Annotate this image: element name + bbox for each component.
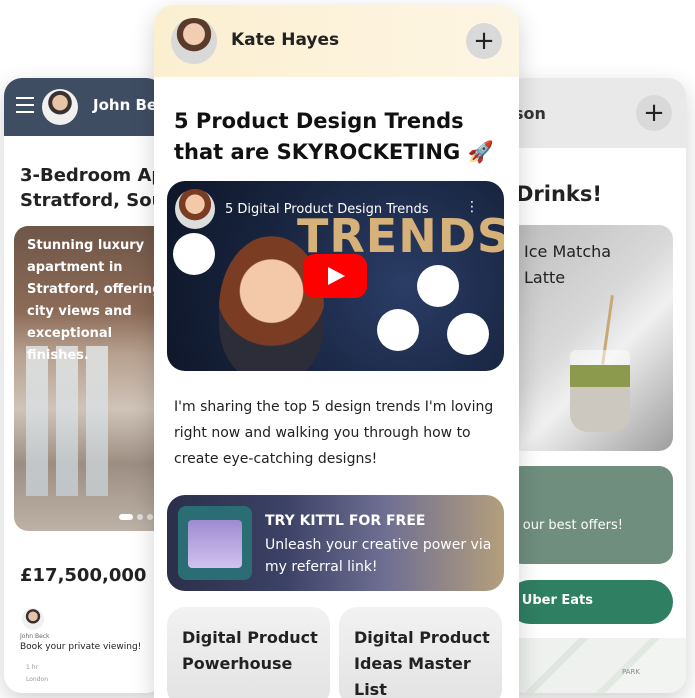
carousel-dots[interactable] [119,514,153,520]
product-tile-ideas-list[interactable]: Digital Product Ideas Master List [339,607,502,698]
drink-photo-card[interactable]: Ice Matcha Latte [508,225,673,451]
avatar [42,89,78,125]
agent-avatar [22,608,44,630]
more-options-icon[interactable]: ⋮ [465,199,479,215]
listing-photo[interactable]: Stunning luxury apartment in Stratford, … [14,226,164,531]
meta-time: 1 hr [26,664,38,671]
tile-label: Digital Product Ideas Master List [354,628,490,698]
pen-sticker-icon [173,233,215,275]
offers-button[interactable]: w our best offers! [508,466,673,564]
promo-subtext: Unleash your creative power via my refer… [265,537,492,575]
promo-heading: TRY KITTL FOR FREE [265,513,426,529]
left-header: John Beck [4,78,164,136]
map-preview[interactable]: PARK [508,638,686,693]
avatar [171,18,217,64]
play-icon[interactable] [303,254,367,298]
drink-label: Ice Matcha Latte [524,242,612,287]
creator-link-page: Kate Hayes + 5 Product Design Trends tha… [154,5,519,698]
drinks-link-page: son + Drinks! Ice Matcha Latte w our bes… [508,78,686,693]
post-title: 5 Product Design Trends that are SKYROCK… [174,109,494,164]
offers-label: w our best offers! [508,518,623,533]
section-title: Drinks! [516,182,602,206]
add-icon[interactable]: + [466,23,502,59]
map-label: PARK [622,668,641,676]
uber-eats-label: n Uber Eats [508,593,594,608]
character-sticker-icon [377,309,419,351]
listing-price: £17,500,000 [20,565,147,586]
right-header: son + [508,78,686,148]
center-header: Kate Hayes + [154,5,519,77]
book-viewing-link[interactable]: Book your private viewing! [20,642,141,652]
tile-label: Digital Product Powerhouse [182,628,318,673]
product-tile-powerhouse[interactable]: Digital Product Powerhouse [167,607,330,698]
add-icon[interactable]: + [636,95,672,131]
agent-name: John Beck [20,633,50,640]
listing-description: Stunning luxury apartment in Stratford, … [27,238,162,363]
youtube-video-embed[interactable]: TRENDS 5 Digital Product Design Trends ⋮ [167,181,504,371]
post-description: I'm sharing the top 5 design trends I'm … [174,399,494,467]
shell-sticker-icon [417,265,459,307]
hamburger-menu-icon[interactable] [16,97,34,118]
video-title[interactable]: 5 Digital Product Design Trends [225,202,463,217]
matcha-cup-image [570,350,630,432]
meta-location: London [26,676,48,683]
profile-name: Kate Hayes [231,30,340,50]
uber-eats-button[interactable]: n Uber Eats [508,580,673,624]
channel-avatar[interactable] [175,189,215,229]
real-estate-link-page: John Beck 3-Bedroom Apartment in Stratfo… [4,78,164,693]
kittl-promo-link[interactable]: TRY KITTL FOR FREE Unleash your creative… [167,495,504,591]
listing-title: 3-Bedroom Apartment in Stratford, South [20,165,164,211]
heart-sticker-icon [447,313,489,355]
kittl-thumbnail [178,506,252,580]
